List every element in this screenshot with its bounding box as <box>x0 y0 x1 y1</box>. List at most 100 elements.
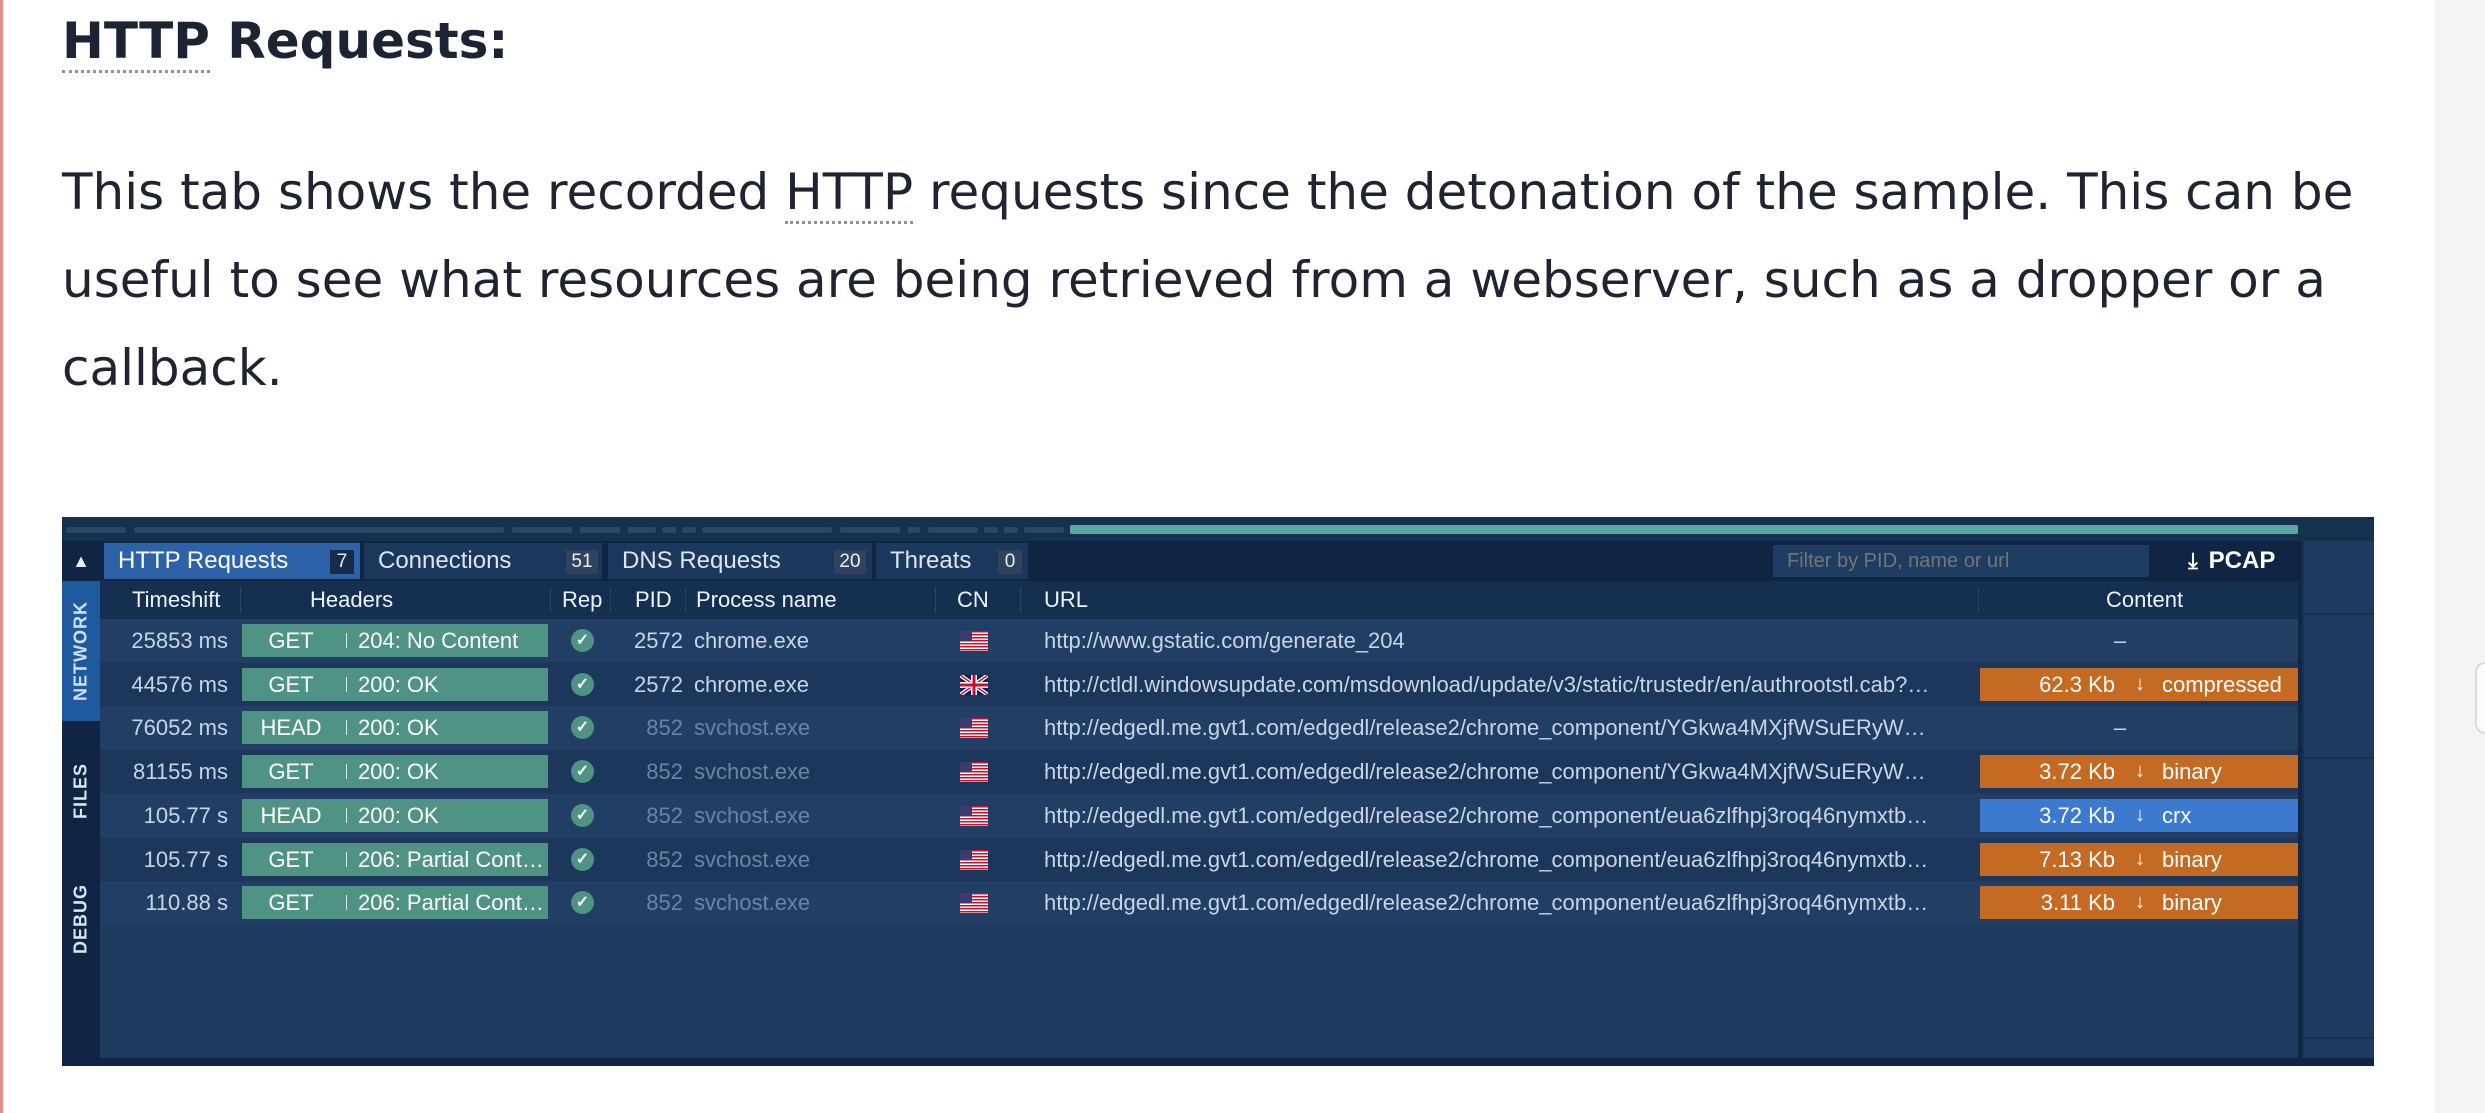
tab-dns-requests[interactable]: DNS Requests 20 <box>608 543 872 579</box>
column-header-content[interactable]: Content <box>2106 581 2183 619</box>
timeshift-cell: 76052 ms <box>131 715 228 741</box>
http-status: 206: Partial Content <box>358 846 544 872</box>
content-badge[interactable]: 3.11 Kb ↓ binary <box>1980 886 2298 920</box>
column-header-rep[interactable]: Rep <box>562 581 602 619</box>
side-tab-debug[interactable]: DEBUG <box>62 866 100 971</box>
tab-connections[interactable]: Connections 51 <box>364 543 602 579</box>
tab-bar: ▲ HTTP Requests 7 Connections 51 DNS Req… <box>62 541 2374 581</box>
download-icon: ⤓ <box>2188 548 2198 573</box>
timeshift-cell: 81155 ms <box>133 759 228 785</box>
check-circle-icon: ✓ <box>571 803 594 827</box>
side-tab-network[interactable]: NETWORK <box>62 581 100 721</box>
request-headers-badge[interactable]: HEAD 200: OK <box>242 798 548 832</box>
right-gutter <box>2435 0 2485 1113</box>
request-headers-badge[interactable]: HEAD 200: OK <box>242 711 548 745</box>
url-cell[interactable]: http://ctldl.windowsupdate.com/msdownloa… <box>1044 663 1931 706</box>
http-status: 206: Partial Content <box>358 890 544 916</box>
content-badge[interactable]: 7.13 Kb ↓ binary <box>1980 842 2298 876</box>
request-headers-badge[interactable]: GET 206: Partial Content <box>242 842 548 876</box>
content-size: 3.72 Kb <box>2039 802 2115 828</box>
table-header: Timeshift Headers Rep PID Process name C… <box>100 581 2298 619</box>
column-header-timeshift[interactable]: Timeshift <box>132 581 220 619</box>
table-row[interactable]: 105.77 s HEAD 200: OK ✓ 852 svchost.exe http:/… <box>100 793 2298 837</box>
content-empty: – <box>2113 715 2127 741</box>
strip-segment <box>580 527 620 533</box>
url-cell[interactable]: http://edgedl.me.gvt1.com/edgedl/release… <box>1044 794 1931 837</box>
url-cell[interactable]: http://edgedl.me.gvt1.com/edgedl/release… <box>1044 750 1931 793</box>
request-headers-badge[interactable]: GET 204: No Content <box>242 624 548 657</box>
request-headers-badge[interactable]: GET 200: OK <box>242 667 548 701</box>
pid-cell: 2572 <box>634 628 683 653</box>
content-type: binary <box>2162 846 2222 872</box>
table-row[interactable]: 105.77 s GET 206: Partial Content ✓ 852 svcho… <box>100 837 2298 881</box>
gutter-line <box>2302 613 2374 615</box>
content-badge[interactable]: 3.72 Kb ↓ binary <box>1980 755 2298 789</box>
table-row[interactable]: 44576 ms GET 200: OK ✓ 2572 chrome.exe http://… <box>100 662 2298 706</box>
paragraph-abbreviation: HTTP <box>785 163 914 224</box>
badge-divider <box>346 676 347 692</box>
http-method: GET <box>268 759 314 785</box>
tab-count: 7 <box>330 550 354 574</box>
strip-segment <box>628 527 656 533</box>
url-cell[interactable]: http://www.gstatic.com/generate_204 <box>1044 619 1931 662</box>
url-cell[interactable]: http://edgedl.me.gvt1.com/edgedl/release… <box>1044 838 1931 881</box>
table-row[interactable]: 81155 ms GET 200: OK ✓ 852 svchost.exe http://… <box>100 750 2298 794</box>
process-name-cell: chrome.exe <box>694 628 809 653</box>
tab-label: HTTP Requests <box>118 547 289 574</box>
tab-http-requests[interactable]: HTTP Requests 7 <box>104 543 360 579</box>
side-tab-files[interactable]: FILES <box>62 741 100 841</box>
pid-cell: 852 <box>646 890 683 916</box>
process-name-cell: svchost.exe <box>694 846 811 872</box>
content-badge[interactable]: 3.72 Kb ↓ crx <box>1980 798 2298 832</box>
column-header-url[interactable]: URL <box>1044 581 1088 619</box>
content-badge[interactable]: 62.3 Kb ↓ compressed <box>1980 667 2298 701</box>
panel-bottom-border <box>62 1058 2374 1066</box>
pcap-label: PCAP <box>2208 547 2276 574</box>
request-headers-badge[interactable]: GET 206: Partial Content <box>242 886 548 920</box>
strip-segment <box>512 527 572 533</box>
tab-label: Threats <box>890 547 972 574</box>
content-size: 3.72 Kb <box>2039 759 2115 785</box>
column-divider <box>240 587 241 613</box>
caret-up-icon[interactable]: ▲ <box>62 541 100 581</box>
filter-input[interactable] <box>1773 545 2149 577</box>
check-circle-icon: ✓ <box>571 629 594 652</box>
left-border <box>0 0 3 1113</box>
http-status: 200: OK <box>358 715 439 741</box>
request-headers-badge[interactable]: GET 200: OK <box>242 755 548 789</box>
tab-label: Connections <box>378 547 512 574</box>
us-flag-icon <box>960 805 988 826</box>
content-type: crx <box>2162 802 2192 828</box>
pid-cell: 2572 <box>634 671 683 697</box>
column-header-cn[interactable]: CN <box>957 581 989 619</box>
url-cell[interactable]: http://edgedl.me.gvt1.com/edgedl/release… <box>1044 881 1931 924</box>
strip-segment <box>1004 527 1018 533</box>
process-name-cell: svchost.exe <box>694 759 811 785</box>
tab-count: 51 <box>566 550 598 574</box>
arrow-down-icon: ↓ <box>2135 672 2145 695</box>
column-header-headers[interactable]: Headers <box>310 581 393 619</box>
column-header-pid[interactable]: PID <box>635 581 672 619</box>
table-row[interactable]: 76052 ms HEAD 200: OK ✓ 852 svchost.exe http:/… <box>100 706 2298 750</box>
arrow-down-icon: ↓ <box>2135 803 2145 826</box>
http-requests-table: Timeshift Headers Rep PID Process name C… <box>100 581 2298 1066</box>
content-type: binary <box>2162 759 2222 785</box>
url-cell[interactable]: http://edgedl.me.gvt1.com/edgedl/release… <box>1044 706 1931 749</box>
timeline-progress <box>1070 525 2298 534</box>
arrow-down-icon: ↓ <box>2135 847 2145 870</box>
process-name-cell: svchost.exe <box>694 802 811 828</box>
tab-threats[interactable]: Threats 0 <box>876 543 1028 579</box>
http-method: GET <box>268 628 314 653</box>
progress-strip <box>62 517 2374 541</box>
table-row[interactable]: 25853 ms GET 204: No Content ✓ 2572 chrome.ex… <box>100 619 2298 662</box>
table-row[interactable]: 110.88 s GET 206: Partial Content ✓ 852 svcho… <box>100 881 2298 925</box>
scroll-handle[interactable] <box>2475 662 2485 734</box>
timeshift-cell: 105.77 s <box>143 846 228 872</box>
process-name-cell: svchost.exe <box>694 715 811 741</box>
column-divider <box>935 587 936 613</box>
pid-cell: 852 <box>646 846 683 872</box>
column-divider <box>1978 587 1979 613</box>
strip-segment <box>134 527 504 533</box>
http-method: HEAD <box>260 715 322 741</box>
column-header-process-name[interactable]: Process name <box>696 581 837 619</box>
